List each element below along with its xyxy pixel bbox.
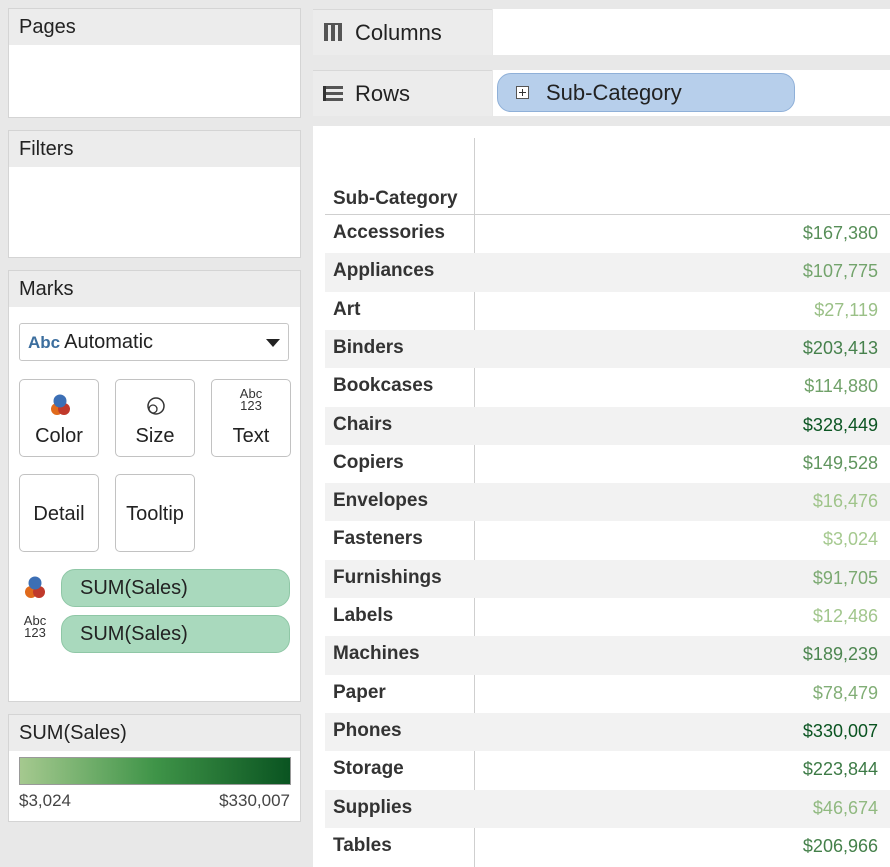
table-row[interactable]: Chairs $328,449 xyxy=(325,406,890,445)
columns-icon xyxy=(324,23,342,41)
sales-value[interactable]: $91,705 xyxy=(813,568,878,589)
table-row[interactable]: Fasteners $3,024 xyxy=(325,521,890,559)
table-row[interactable]: Bookcases $114,880 xyxy=(325,368,890,406)
color-encoding-icon xyxy=(25,576,45,598)
row-label[interactable]: Bookcases xyxy=(333,375,433,397)
text-icon-bottom: 123 xyxy=(240,398,262,413)
rows-shelf-label: Rows xyxy=(313,70,492,116)
legend-max: $330,007 xyxy=(219,791,290,810)
detail-button[interactable]: Detail xyxy=(19,474,99,552)
sales-value[interactable]: $3,024 xyxy=(823,529,878,550)
rows-icon xyxy=(323,86,343,101)
sales-value[interactable]: $12,486 xyxy=(813,606,878,627)
sales-value[interactable]: $223,844 xyxy=(803,759,878,780)
sales-value[interactable]: $167,380 xyxy=(803,223,878,244)
row-label[interactable]: Envelopes xyxy=(333,490,428,512)
table-row[interactable]: Copiers $149,528 xyxy=(325,445,890,483)
row-label[interactable]: Supplies xyxy=(333,797,412,819)
row-label[interactable]: Appliances xyxy=(333,260,434,282)
row-label[interactable]: Chairs xyxy=(333,414,392,436)
table-row[interactable]: Labels $12,486 xyxy=(325,598,890,636)
sub-category-pill[interactable]: Sub-Category xyxy=(497,73,795,112)
sales-value[interactable]: $27,119 xyxy=(814,300,878,321)
sales-value[interactable]: $203,413 xyxy=(803,338,878,359)
row-label[interactable]: Art xyxy=(333,299,360,321)
sales-value[interactable]: $78,479 xyxy=(813,683,878,704)
detail-label: Detail xyxy=(33,503,85,525)
row-label[interactable]: Tables xyxy=(333,835,392,857)
chevron-down-icon xyxy=(266,339,280,347)
table-row[interactable]: Supplies $46,674 xyxy=(325,789,890,828)
color-measure-pill[interactable]: SUM(Sales) xyxy=(61,569,290,607)
text-label: Text xyxy=(232,425,270,447)
text-encoding-icon: Abc 123 xyxy=(20,614,50,647)
sales-value[interactable]: $114,880 xyxy=(804,376,878,397)
sales-value[interactable]: $46,674 xyxy=(813,798,878,819)
sales-value[interactable]: $330,007 xyxy=(803,721,878,742)
table-row[interactable]: Art $27,119 xyxy=(325,292,890,330)
pages-title: Pages xyxy=(9,9,300,45)
color-legend-card: SUM(Sales) $3,024 $330,007 xyxy=(8,714,301,822)
sales-value[interactable]: $16,476 xyxy=(813,491,878,512)
table-row[interactable]: Accessories $167,380 xyxy=(325,215,890,253)
mark-type-value: Automatic xyxy=(64,331,154,353)
color-label: Color xyxy=(35,425,83,447)
text-measure-pill[interactable]: SUM(Sales) xyxy=(61,615,290,653)
row-label[interactable]: Storage xyxy=(333,758,404,780)
marks-card: Marks Abc Automatic Color Size Abc 123 Te… xyxy=(8,270,301,702)
text-icon: Abc 123 xyxy=(212,387,290,416)
row-label[interactable]: Fasteners xyxy=(333,528,423,550)
abc-icon: Abc xyxy=(28,333,61,352)
size-label: Size xyxy=(135,425,175,447)
text-button[interactable]: Abc 123 Text xyxy=(211,379,291,457)
row-label[interactable]: Paper xyxy=(333,682,386,704)
tooltip-button[interactable]: Tooltip xyxy=(115,474,195,552)
row-label[interactable]: Accessories xyxy=(333,222,445,244)
row-label[interactable]: Furnishings xyxy=(333,567,442,589)
pages-card[interactable]: Pages xyxy=(8,8,301,118)
table-row[interactable]: Envelopes $16,476 xyxy=(325,483,890,522)
columns-shelf-label: Columns xyxy=(313,9,492,55)
mark-type-dropdown[interactable]: Abc Automatic xyxy=(19,323,289,361)
sales-value[interactable]: $189,239 xyxy=(803,644,878,665)
table-row[interactable]: Phones $330,007 xyxy=(325,712,890,752)
text-encoding-icon-bottom: 123 xyxy=(24,625,46,640)
view-area: Sub-Category Accessories $167,380 Applianc… xyxy=(313,126,890,867)
legend-gradient xyxy=(19,757,291,785)
color-button[interactable]: Color xyxy=(19,379,99,457)
table-row[interactable]: Appliances $107,775 xyxy=(325,253,890,292)
table-row[interactable]: Furnishings $91,705 xyxy=(325,559,890,598)
marks-title: Marks xyxy=(9,271,300,307)
table-row[interactable]: Storage $223,844 xyxy=(325,751,890,789)
table-row[interactable]: Tables $206,966 xyxy=(325,828,890,866)
sales-value[interactable]: $328,449 xyxy=(803,415,878,436)
size-button[interactable]: Size xyxy=(115,379,195,457)
row-label[interactable]: Machines xyxy=(333,643,420,665)
filters-title: Filters xyxy=(9,131,300,167)
legend-min: $3,024 xyxy=(19,791,71,810)
color-icon xyxy=(51,394,70,415)
sub-category-header[interactable]: Sub-Category xyxy=(333,188,458,210)
row-label[interactable]: Copiers xyxy=(333,452,404,474)
sales-value[interactable]: $107,775 xyxy=(803,261,878,282)
tooltip-label: Tooltip xyxy=(126,503,184,525)
columns-label-text: Columns xyxy=(355,20,442,45)
table-row[interactable]: Machines $189,239 xyxy=(325,636,890,675)
rows-label-text: Rows xyxy=(355,81,411,106)
row-label[interactable]: Phones xyxy=(333,720,402,742)
row-label[interactable]: Binders xyxy=(333,337,404,359)
sales-value[interactable]: $149,528 xyxy=(803,453,878,474)
sub-category-pill-label: Sub-Category xyxy=(546,80,682,105)
filters-card[interactable]: Filters xyxy=(8,130,301,258)
row-label[interactable]: Labels xyxy=(333,605,393,627)
sales-value[interactable]: $206,966 xyxy=(803,836,878,857)
size-icon xyxy=(147,397,165,415)
table-row[interactable]: Paper $78,479 xyxy=(325,675,890,713)
table-row[interactable]: Binders $203,413 xyxy=(325,329,890,369)
columns-shelf[interactable] xyxy=(493,9,890,55)
legend-title[interactable]: SUM(Sales) xyxy=(9,715,300,751)
expand-icon[interactable] xyxy=(516,86,529,99)
